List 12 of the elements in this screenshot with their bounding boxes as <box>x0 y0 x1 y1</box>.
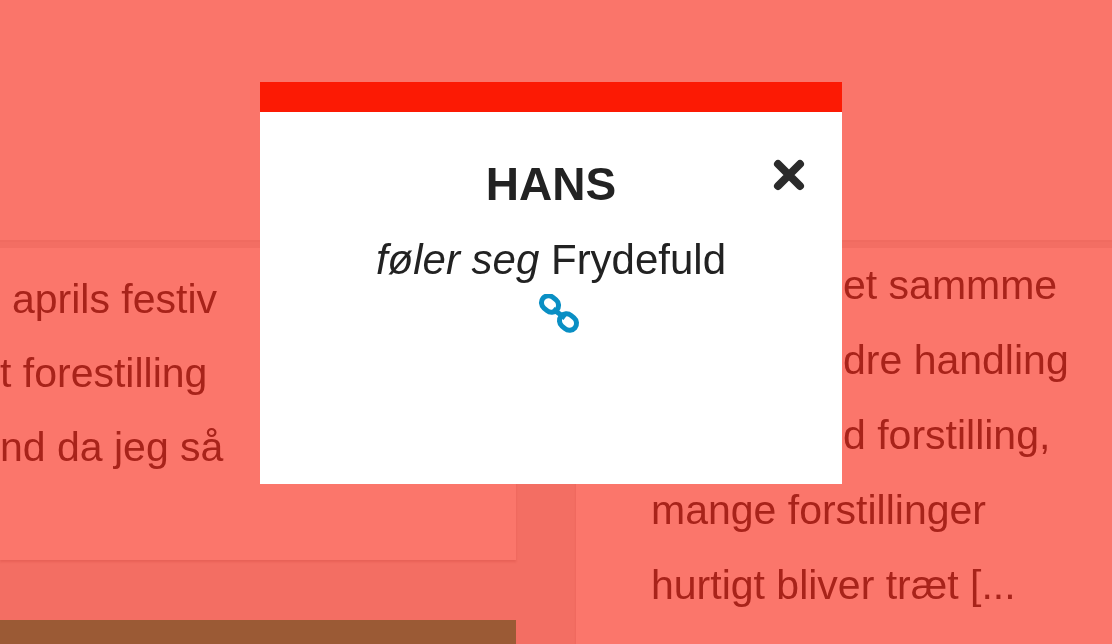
modal-title: HANS <box>485 158 617 210</box>
close-button[interactable] <box>772 158 806 192</box>
modal-text: føler seg Frydefuld <box>374 235 728 285</box>
body-text: d forstilling, <box>843 411 1051 460</box>
body-text: aprils festiv <box>12 275 218 324</box>
link-icon[interactable] <box>538 294 582 334</box>
body-text: hurtigt bliver træt [... <box>651 561 1016 610</box>
body-text: nd da jeg så <box>0 423 224 472</box>
body-text: dre handling <box>843 336 1069 385</box>
body-text: mange forstillinger <box>651 486 986 535</box>
body-text: t forestilling <box>0 349 208 398</box>
body-text: et sammme <box>843 261 1058 310</box>
